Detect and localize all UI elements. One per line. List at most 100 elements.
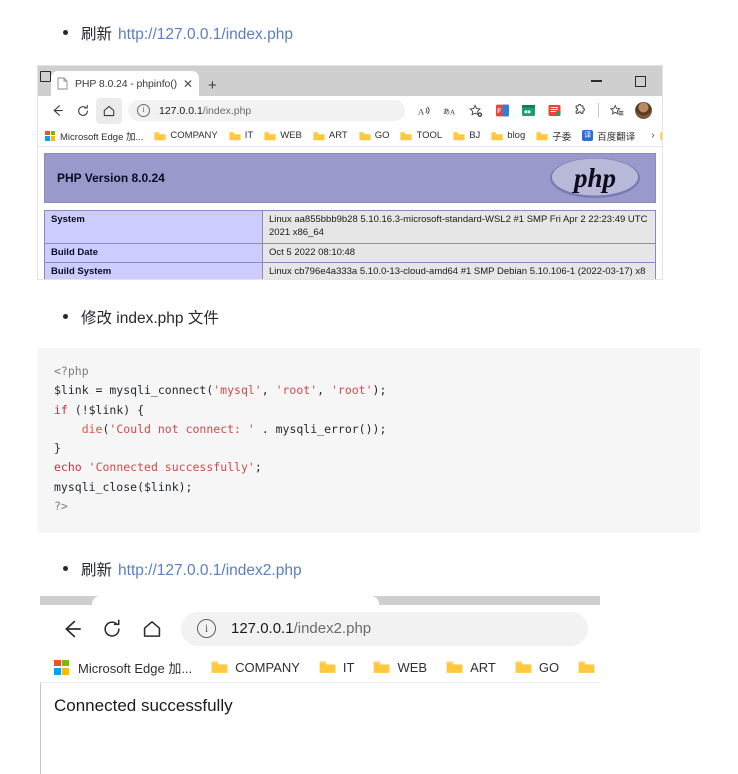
bookmark-bj[interactable]: BJ	[453, 130, 480, 141]
minimize-button[interactable]	[574, 66, 618, 96]
tab-close-icon[interactable]: ✕	[183, 78, 193, 90]
extension-icon-pdf[interactable]: F	[489, 98, 515, 124]
bookmark-baidu-translate[interactable]: 译 百度翻译	[582, 129, 635, 143]
bookmarks-overflow-chevron[interactable]: ›	[646, 130, 659, 141]
bookmark-it[interactable]: IT	[319, 660, 354, 675]
folder-icon	[515, 661, 532, 673]
svg-text:A: A	[418, 106, 425, 116]
row-key: Build Date	[44, 242, 263, 264]
code-token: }	[54, 441, 61, 456]
code-token: (!$link) {	[67, 402, 145, 417]
bookmark-company[interactable]: COMPANY	[154, 130, 218, 141]
browser-tab-phpinfo[interactable]: PHP 8.0.24 - phpinfo() ✕	[51, 71, 199, 96]
url-host: 127.0.0.1	[159, 104, 203, 117]
link-index-php[interactable]: http://127.0.0.1/index.php	[118, 26, 293, 44]
bookmark-label: 百度翻译	[597, 131, 636, 143]
browser2-toolbar: i 127.0.0.1/index2.php	[40, 605, 600, 652]
site-info-icon[interactable]: i	[197, 619, 216, 638]
folder-icon	[313, 131, 325, 140]
folder-icon	[154, 131, 167, 140]
address-bar[interactable]: i 127.0.0.1/index2.php	[181, 611, 588, 646]
window-controls	[574, 66, 662, 96]
bookmark-go[interactable]: GO	[359, 130, 389, 141]
bullet-marker	[63, 30, 68, 35]
bookmark-art[interactable]: ART	[313, 130, 348, 141]
link-index2-php[interactable]: http://127.0.0.1/index2.php	[118, 562, 302, 580]
page-left-border	[40, 683, 41, 774]
address-bar[interactable]: i 127.0.0.1/index.php	[128, 100, 405, 121]
bullet-item-refresh-index2: 刷新 http://127.0.0.1/index2.php	[63, 558, 302, 580]
bookmark-label: IT	[244, 130, 254, 141]
new-tab-button[interactable]: +	[208, 78, 217, 93]
php-version-title: PHP Version 8.0.24	[57, 171, 165, 185]
code-token: 'root'	[330, 383, 373, 398]
folder-icon	[660, 131, 662, 140]
bookmark-label: GO	[538, 659, 560, 675]
tab-title: PHP 8.0.24 - phpinfo()	[75, 77, 178, 90]
extension-icon-red[interactable]	[541, 98, 567, 124]
svg-text:■■: ■■	[524, 110, 531, 116]
php-code-block: <?php $link = mysqli_connect('mysql', 'r…	[38, 348, 700, 533]
table-row: Build System Linux cb796e4a333a 5.10.0-1…	[44, 262, 656, 279]
back-arrow-icon[interactable]	[44, 98, 70, 124]
reload-icon[interactable]	[92, 609, 132, 649]
url-host: 127.0.0.1	[231, 620, 294, 637]
add-favorite-icon[interactable]	[463, 98, 489, 124]
puzzle-icon[interactable]	[567, 98, 593, 124]
maximize-button[interactable]	[618, 66, 662, 96]
php-logo-icon: php	[550, 158, 640, 198]
bookmark-label: TOOL	[416, 130, 443, 141]
browser2-bookmarks-bar: Microsoft Edge 加... COMPANY IT WEB ART G…	[40, 652, 600, 683]
bookmark-blog[interactable]: blog	[491, 130, 525, 141]
bullet-item-refresh-index: 刷新 http://127.0.0.1/index.php	[63, 22, 293, 44]
bookmark-ziwei[interactable]: 子委	[536, 129, 571, 143]
home-icon[interactable]	[96, 97, 122, 124]
folder-icon	[453, 131, 465, 140]
bookmark-label: ART	[470, 659, 496, 675]
phpinfo-header: PHP Version 8.0.24 php	[44, 153, 656, 203]
code-token: 'Connected successfully'	[88, 460, 255, 475]
code-token: ?>	[54, 499, 68, 514]
bookmark-art[interactable]: ART	[446, 660, 496, 675]
bookmark-it[interactable]: IT	[229, 130, 253, 141]
translate-icon[interactable]: あ A	[437, 98, 463, 124]
browser-window-index2: i 127.0.0.1/index2.php Microsoft Edge 加.…	[40, 596, 600, 774]
browser1-titlebar: PHP 8.0.24 - phpinfo() ✕ +	[38, 66, 662, 96]
svg-text:F: F	[497, 108, 501, 115]
bookmark-microsoft-edge[interactable]: Microsoft Edge 加...	[54, 658, 192, 677]
bookmark-web[interactable]: WEB	[264, 130, 302, 141]
site-info-icon[interactable]: i	[137, 104, 150, 117]
browser1-toolbar: i 127.0.0.1/index.php A あ A F ■■	[38, 96, 662, 125]
collections-icon[interactable]	[604, 98, 630, 124]
bookmark-web[interactable]: WEB	[373, 660, 427, 675]
bookmark-company[interactable]: COMPANY	[211, 660, 300, 675]
code-token: mysqli_close($link);	[54, 479, 193, 494]
window-edge-icon	[38, 66, 51, 96]
browser-window-phpinfo: PHP 8.0.24 - phpinfo() ✕ + i 127.0.0.1 /…	[38, 66, 662, 279]
browser2-tab-edge[interactable]	[92, 596, 379, 605]
bookmark-other-folder[interactable]: 其他收...	[660, 129, 662, 143]
svg-text:A: A	[450, 108, 455, 116]
page-body-text: Connected successfully	[54, 696, 233, 715]
bookmark-tool[interactable]: TOOL	[400, 130, 442, 141]
read-aloud-icon[interactable]: A	[411, 98, 437, 124]
document-page: 刷新 http://127.0.0.1/index.php PHP 8.0.24…	[0, 0, 738, 774]
phpinfo-table: System Linux aa855bbb9b28 5.10.16.3-micr…	[44, 210, 656, 279]
profile-avatar[interactable]	[630, 98, 656, 124]
bookmark-microsoft-edge[interactable]: Microsoft Edge 加...	[45, 129, 143, 143]
back-arrow-icon[interactable]	[52, 609, 92, 649]
code-token: ,	[317, 383, 331, 398]
bookmark-label: COMPANY	[170, 130, 218, 141]
folder-icon	[374, 661, 390, 673]
code-token: <?php	[54, 364, 89, 378]
bookmark-go[interactable]: GO	[515, 660, 559, 675]
browser2-page-content: Connected successfully	[40, 683, 600, 774]
bookmark-tool[interactable]: TOOL	[578, 660, 600, 675]
extension-icon-green[interactable]: ■■	[515, 98, 541, 124]
reload-icon[interactable]	[70, 98, 96, 124]
url-path: /index.php	[202, 104, 252, 117]
folder-icon	[446, 661, 463, 673]
code-token: die	[81, 421, 103, 436]
home-icon[interactable]	[132, 609, 172, 649]
